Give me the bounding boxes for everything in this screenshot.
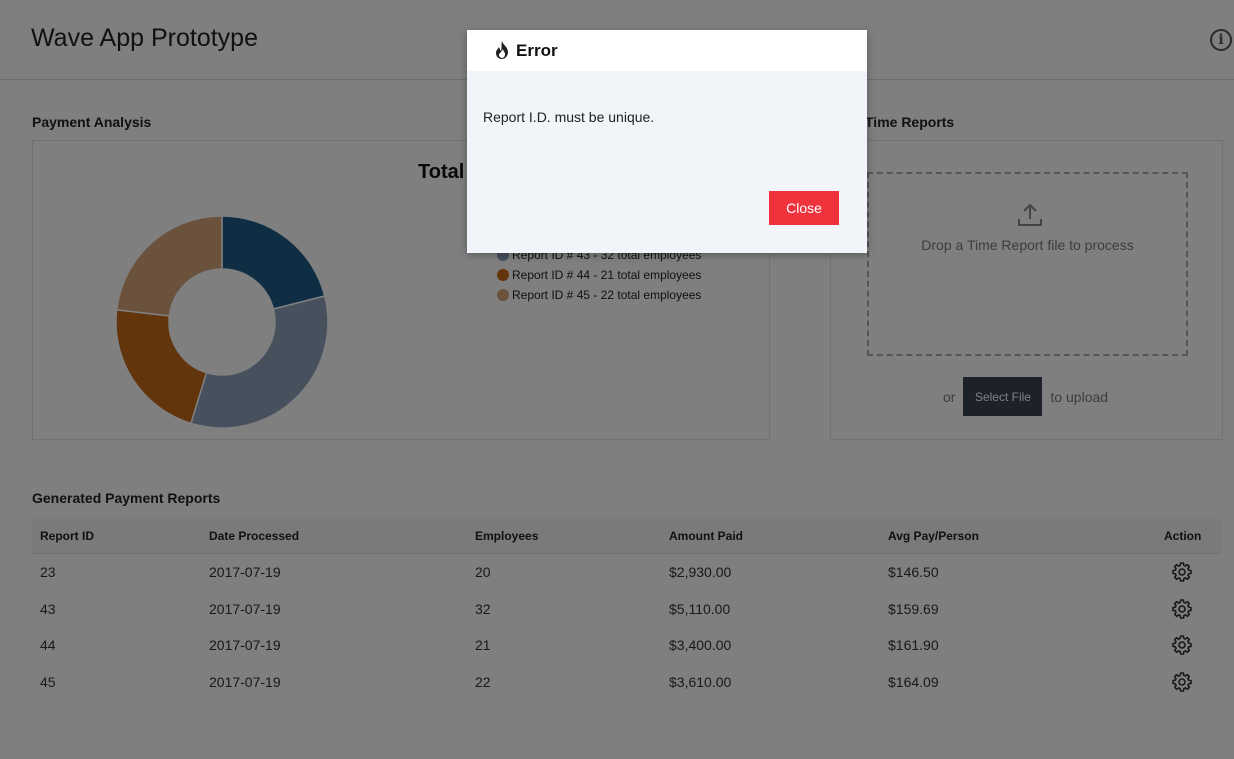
error-dialog: Error Report I.D. must be unique. Close	[467, 30, 867, 253]
app-root: Wave App Prototype i Payment Analysis To…	[0, 0, 1234, 759]
close-button[interactable]: Close	[769, 191, 839, 225]
dialog-header: Error	[467, 30, 867, 71]
dialog-message: Report I.D. must be unique.	[483, 109, 655, 125]
flame-icon	[496, 41, 508, 59]
dialog-title: Error	[516, 41, 558, 60]
